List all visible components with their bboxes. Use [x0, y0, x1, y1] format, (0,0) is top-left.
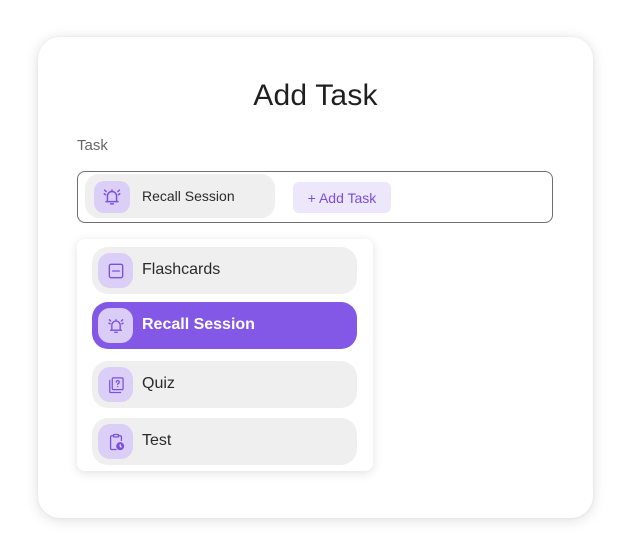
option-test-label: Test	[142, 432, 172, 449]
flashcard-icon	[98, 253, 133, 288]
task-type-dropdown: Flashcards Recall Session Quiz Test	[77, 239, 373, 471]
selected-task-chip[interactable]: Recall Session	[85, 174, 275, 218]
add-task-button[interactable]: + Add Task	[293, 182, 391, 213]
option-recall-session-label: Recall Session	[142, 316, 255, 333]
option-quiz-label: Quiz	[142, 375, 175, 392]
option-flashcards-label: Flashcards	[142, 261, 221, 278]
quiz-icon	[98, 367, 133, 402]
task-field-label: Task	[77, 137, 108, 154]
option-quiz[interactable]: Quiz	[92, 361, 357, 408]
selected-task-chip-label: Recall Session	[142, 188, 235, 204]
dialog-title: Add Task	[253, 79, 378, 112]
option-flashcards[interactable]: Flashcards	[92, 247, 357, 294]
option-recall-session[interactable]: Recall Session	[92, 302, 357, 349]
clipboard-clock-icon	[98, 424, 133, 459]
add-task-dialog: Add Task Task Recall Session + Add Task	[38, 37, 593, 518]
bell-ringing-icon	[94, 181, 130, 213]
bell-ringing-icon	[98, 308, 133, 343]
option-test[interactable]: Test	[92, 418, 357, 465]
task-input-field[interactable]: Recall Session + Add Task	[77, 171, 553, 223]
